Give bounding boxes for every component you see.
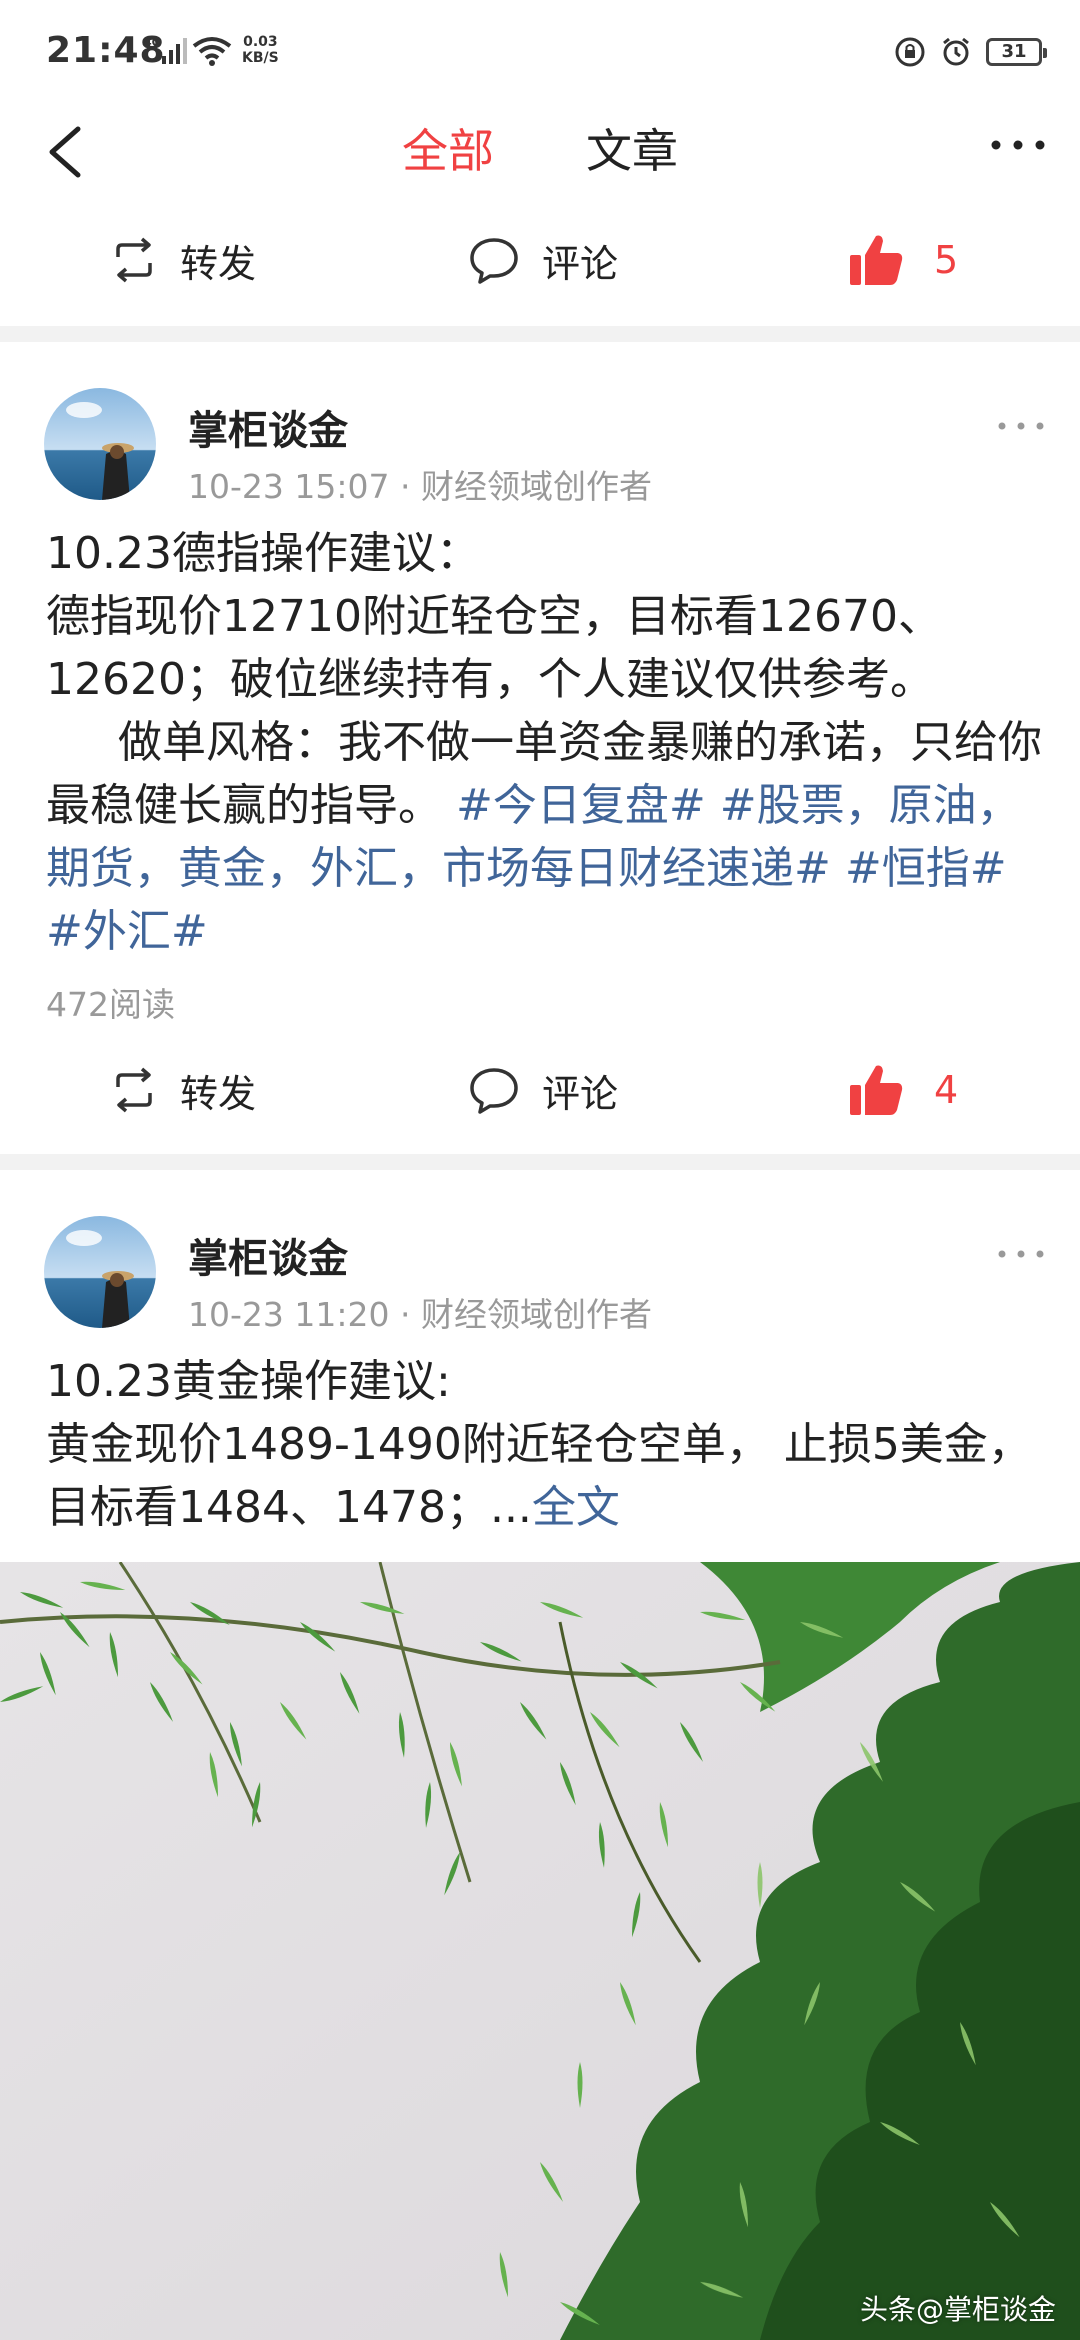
author-name[interactable]: 掌柜谈金 — [188, 1226, 348, 1284]
share-label: 转发 — [180, 1071, 257, 1116]
tab-all-label: 全部 — [402, 124, 494, 178]
avatar-image — [44, 1216, 156, 1328]
author-avatar[interactable] — [44, 1216, 156, 1328]
svg-text:4G: 4G — [144, 36, 161, 49]
previous-post-actions: 转发 评论 5 — [0, 205, 1080, 315]
post-card: 掌柜谈金 10-23 11:20 · 财经领域创作者 10.23黄金操作建议: … — [0, 1170, 1080, 1562]
share-label: 转发 — [180, 241, 257, 286]
thumbs-up-icon — [850, 235, 903, 285]
post-image[interactable]: 头条@掌柜谈金 — [0, 1562, 1080, 2340]
network-speed: 0.03 KB/S — [242, 34, 279, 66]
post-text-body: 德指现价12710附近轻仓空，目标看12670、12620；破位继续持有，个人建… — [46, 591, 942, 705]
share-button[interactable]: 转发 — [110, 205, 256, 315]
meta-dot-separator: · — [399, 467, 421, 506]
back-arrow-icon[interactable] — [38, 117, 98, 187]
like-count: 5 — [934, 238, 959, 282]
tab-articles[interactable]: 文章 — [586, 115, 678, 213]
avatar-image — [44, 388, 156, 500]
author-role: 财经领域创作者 — [420, 1295, 652, 1334]
comment-label: 评论 — [542, 241, 619, 286]
status-bar: 21:48 4G 0.03 KB/S 31 — [0, 0, 1080, 95]
read-count: 472阅读 — [46, 985, 175, 1024]
post-time: 10-23 15:07 — [188, 467, 390, 506]
speed-value: 0.03 — [243, 34, 278, 50]
hashtag-link[interactable]: #今日复盘# — [456, 780, 706, 831]
hashtag-link[interactable]: #恒指# — [845, 843, 1007, 894]
author-name[interactable]: 掌柜谈金 — [188, 398, 348, 456]
post-separator — [0, 1154, 1080, 1170]
hashtag-link[interactable]: #外汇# — [46, 906, 208, 957]
speed-unit: KB/S — [242, 50, 279, 66]
alarm-icon — [943, 37, 969, 66]
post-card: 掌柜谈金 10-23 15:07 · 财经领域创作者 10.23德指操作建议： … — [0, 342, 1080, 1154]
post-meta: 10-23 11:20 · 财经领域创作者 — [188, 1288, 652, 1336]
like-button[interactable]: 5 — [848, 205, 958, 315]
post-content[interactable]: 10.23黄金操作建议: 黄金现价1489-1490附近轻仓空单， 止损5美金，… — [46, 1350, 1046, 1539]
post-more-icon[interactable] — [996, 1248, 1046, 1260]
like-button[interactable]: 4 — [848, 1035, 958, 1145]
top-navigation: 全部 文章 — [0, 95, 1080, 213]
post-content[interactable]: 10.23德指操作建议： 德指现价12710附近轻仓空，目标看12670、126… — [46, 522, 1046, 963]
post-meta: 10-23 15:07 · 财经领域创作者 — [188, 460, 652, 508]
tab-articles-label: 文章 — [586, 124, 678, 178]
comment-button[interactable]: 评论 — [468, 1035, 618, 1145]
wifi-icon — [192, 37, 232, 66]
comment-label: 评论 — [542, 1071, 619, 1116]
more-dots-icon[interactable] — [988, 135, 1048, 155]
post-text-title: 10.23黄金操作建议: — [46, 1356, 451, 1407]
repost-icon — [116, 237, 152, 283]
battery-indicator: 31 — [986, 38, 1047, 66]
image-watermark: 头条@掌柜谈金 — [859, 2293, 1056, 2326]
post-separator — [0, 326, 1080, 342]
repost-icon — [116, 1067, 152, 1113]
thumbs-up-icon — [850, 1065, 903, 1115]
bamboo-image — [0, 1562, 1080, 2340]
full-text-link[interactable]: 全文 — [532, 1482, 620, 1533]
author-avatar[interactable] — [44, 388, 156, 500]
tab-all[interactable]: 全部 — [402, 115, 494, 213]
rotation-lock-icon — [895, 37, 925, 67]
post-actions: 转发 评论 4 — [0, 1035, 1080, 1145]
post-more-icon[interactable] — [996, 420, 1046, 432]
comment-icon — [470, 1068, 518, 1114]
comment-icon — [470, 238, 518, 284]
post-text-title: 10.23德指操作建议： — [46, 528, 480, 579]
author-role: 财经领域创作者 — [420, 467, 652, 506]
post-time: 10-23 11:20 — [188, 1295, 390, 1334]
like-count: 4 — [934, 1068, 959, 1112]
meta-dot-separator: · — [399, 1295, 421, 1334]
signal-icon: 4G — [144, 36, 187, 64]
share-button[interactable]: 转发 — [110, 1035, 256, 1145]
comment-button[interactable]: 评论 — [468, 205, 618, 315]
